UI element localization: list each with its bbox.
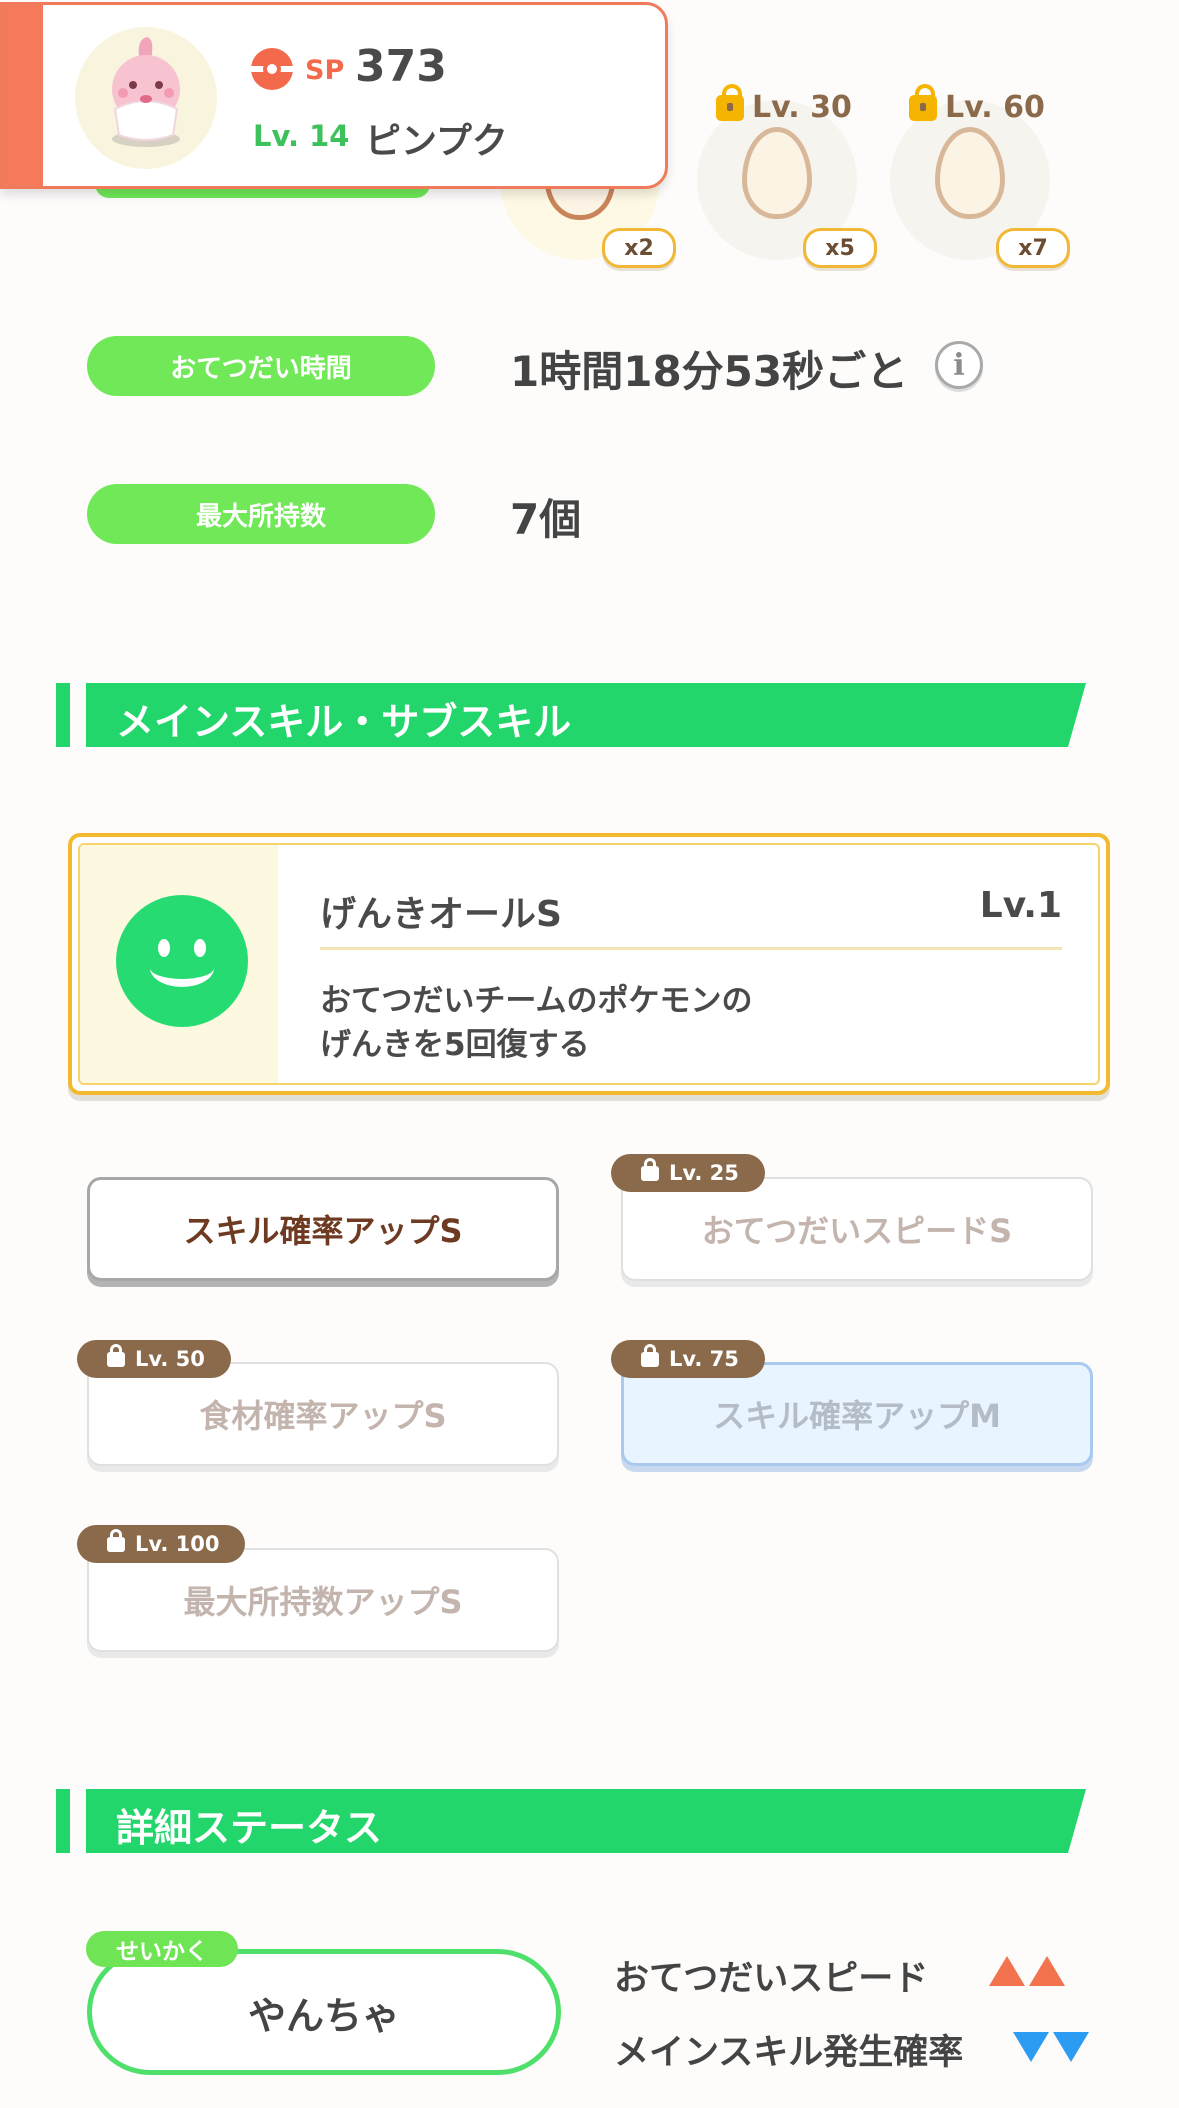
sp-label: SP — [305, 55, 345, 86]
nature-box[interactable]: やんちゃ — [87, 1949, 561, 2075]
lock-icon — [641, 1344, 659, 1367]
divider — [320, 947, 1062, 950]
slot-2-unlock-level: Lv. 30 — [752, 90, 852, 125]
desc-line-1: おてつだいチームのポケモンの — [320, 983, 753, 1019]
info-icon[interactable]: i — [935, 341, 983, 389]
lock-icon — [909, 83, 937, 121]
section-bar — [56, 683, 70, 747]
smile-icon — [116, 895, 248, 1027]
lock-icon — [716, 83, 744, 121]
happiny-icon — [112, 37, 180, 147]
pokemon-level: Lv. 14 — [253, 119, 350, 153]
main-skill-name: げんきオールS — [320, 894, 562, 935]
section-title: 詳細ステータス — [116, 1806, 383, 1850]
nature-tag: せいかく — [86, 1931, 238, 1967]
unlock-level: Lv. 100 — [135, 1532, 220, 1556]
main-skill-inner: げんきオールS Lv.1 おてつだいチームのポケモンの げんきを5回復する — [78, 843, 1100, 1085]
sub-skill-4-unlock: Lv. 75 — [611, 1340, 765, 1378]
stat-up-arrow-icon — [989, 1956, 1025, 1986]
smile-mouth — [150, 949, 214, 987]
sub-skill-5[interactable]: 最大所持数アップS — [87, 1548, 559, 1652]
slot-3-unlock: Lv. 60 — [909, 83, 1045, 125]
pokemon-name: ピンプク — [365, 121, 508, 162]
stat-up-arrow-icon — [1029, 1956, 1065, 1986]
slot-2-unlock: Lv. 30 — [716, 83, 852, 125]
lock-icon — [107, 1344, 125, 1367]
sub-skill-1[interactable]: スキル確率アップS — [87, 1177, 559, 1281]
unlock-level: Lv. 50 — [135, 1347, 205, 1371]
card-stripe — [3, 5, 43, 186]
sp-value: 373 — [355, 41, 447, 92]
desc-line-2: げんきを5回復する — [320, 1027, 590, 1063]
sub-skill-2-unlock: Lv. 25 — [611, 1154, 765, 1192]
pokeball-icon — [251, 48, 293, 90]
lock-icon — [641, 1158, 659, 1181]
unlock-level: Lv. 25 — [669, 1161, 739, 1185]
main-skill-level: Lv.1 — [979, 885, 1062, 926]
slot-3-count: x7 — [996, 228, 1070, 268]
sub-skill-5-unlock: Lv. 100 — [77, 1525, 246, 1563]
sub-skill-3-unlock: Lv. 50 — [77, 1340, 231, 1378]
slot-3-unlock-level: Lv. 60 — [945, 90, 1045, 125]
help-time-label: おてつだい時間 — [87, 336, 435, 396]
stat-down-arrow-icon — [1053, 2032, 1089, 2062]
main-skill-card[interactable]: げんきオールS Lv.1 おてつだいチームのポケモンの げんきを5回復する — [68, 833, 1110, 1095]
slot-1-count: x2 — [602, 228, 676, 268]
slot-2-count: x5 — [803, 228, 877, 268]
section-bar — [56, 1789, 70, 1853]
max-carry-label: 最大所持数 — [87, 484, 435, 544]
main-skill-description: おてつだいチームのポケモンの げんきを5回復する — [320, 979, 752, 1067]
pokemon-card[interactable]: SP 373 Lv. 14 ピンプク — [0, 2, 668, 189]
stat-up-label: おてつだいスピード — [614, 1959, 929, 1999]
help-time-value: 1時間18分53秒ごと — [510, 347, 909, 396]
stat-down-label: メインスキル発生確率 — [614, 2033, 964, 2073]
sub-skill-2[interactable]: おてつだいスピードS — [621, 1177, 1093, 1281]
lock-icon — [107, 1529, 125, 1552]
main-skill-icon-area — [80, 845, 278, 1083]
unlock-level: Lv. 75 — [669, 1347, 739, 1371]
max-carry-value: 7個 — [510, 495, 582, 544]
pokemon-avatar — [75, 27, 217, 169]
stat-down-arrow-icon — [1013, 2032, 1049, 2062]
section-title: メインスキル・サブスキル — [116, 700, 572, 744]
